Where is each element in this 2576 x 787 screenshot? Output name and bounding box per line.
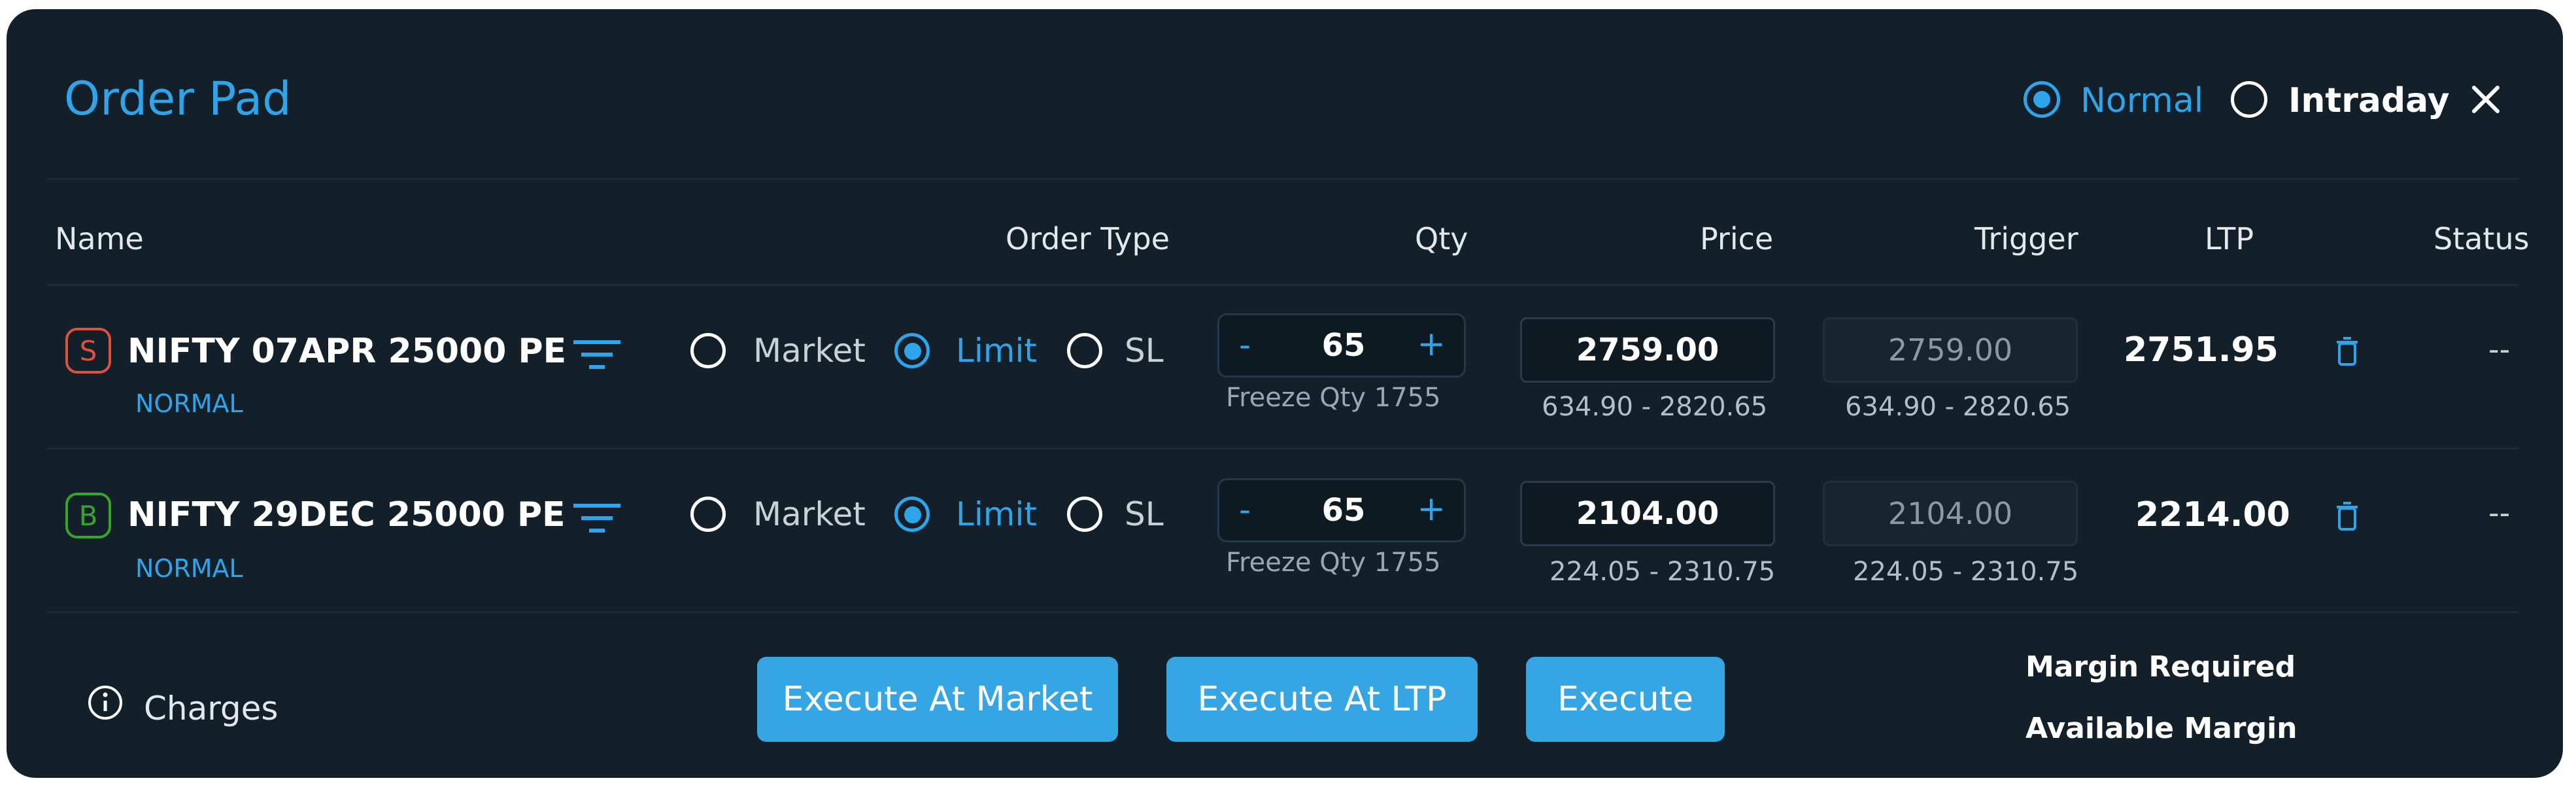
header-order-type: Order Type: [1006, 221, 1170, 256]
execute-at-ltp-button[interactable]: Execute At LTP: [1166, 657, 1478, 742]
order-pad-panel: Order Pad Normal Intraday Name Order Typ…: [7, 9, 2563, 778]
ltp-value: 2214.00: [2135, 495, 2290, 534]
margin-required-label: Margin Required: [2025, 650, 2296, 684]
product-intraday-radio[interactable]: [2231, 81, 2267, 118]
charges-link[interactable]: Charges: [144, 690, 278, 727]
footer-divider: [47, 611, 2518, 613]
price-range: 634.90 - 2820.65: [1542, 392, 1768, 422]
header-divider: [47, 178, 2518, 180]
trash-icon[interactable]: [2334, 500, 2360, 532]
order-type-limit-label[interactable]: Limit: [956, 332, 1037, 370]
price-input[interactable]: 2759.00: [1520, 317, 1775, 383]
close-icon[interactable]: [2466, 80, 2505, 119]
quantity-stepper[interactable]: - 65 +: [1217, 313, 1466, 377]
ltp-value: 2751.95: [2124, 330, 2279, 370]
instrument-symbol: NIFTY 29DEC 25000 PE: [127, 495, 566, 534]
freeze-qty: Freeze Qty 1755: [1226, 383, 1441, 413]
header-price: Price: [1700, 221, 1774, 256]
filter-icon[interactable]: [571, 502, 623, 534]
order-type-sl-radio[interactable]: [1067, 333, 1102, 368]
header-trigger: Trigger: [1974, 221, 2078, 256]
product-tag: NORMAL: [135, 554, 243, 583]
info-icon[interactable]: [86, 684, 124, 722]
order-type-sl-label[interactable]: SL: [1125, 332, 1164, 370]
product-tag: NORMAL: [135, 389, 243, 418]
trigger-range: 634.90 - 2820.65: [1845, 392, 2071, 422]
product-intraday-label[interactable]: Intraday: [2288, 81, 2450, 120]
order-pad-title: Order Pad: [64, 72, 292, 126]
order-type-market-label[interactable]: Market: [753, 332, 866, 370]
filter-icon[interactable]: [571, 338, 623, 371]
order-row: S NIFTY 07APR 25000 PE NORMAL Market Lim…: [7, 307, 2563, 438]
execute-button[interactable]: Execute: [1526, 657, 1725, 742]
trash-icon[interactable]: [2334, 336, 2360, 367]
trigger-range: 224.05 - 2310.75: [1853, 557, 2079, 587]
row-divider: [47, 447, 2518, 449]
instrument-symbol: NIFTY 07APR 25000 PE: [127, 332, 567, 371]
order-type-market-radio[interactable]: [690, 333, 726, 368]
order-type-sl-label[interactable]: SL: [1125, 495, 1164, 533]
header-qty: Qty: [1415, 221, 1468, 256]
trigger-input[interactable]: 2104.00: [1823, 481, 2078, 546]
header-ltp: LTP: [2205, 221, 2254, 256]
order-type-sl-radio[interactable]: [1067, 497, 1102, 532]
freeze-qty: Freeze Qty 1755: [1226, 548, 1441, 578]
side-badge-buy: B: [65, 493, 111, 538]
qty-increment-button[interactable]: +: [1417, 489, 1446, 529]
header-name: Name: [55, 221, 144, 256]
price-input[interactable]: 2104.00: [1520, 481, 1775, 546]
quantity-stepper[interactable]: - 65 +: [1217, 478, 1466, 542]
table-divider: [47, 284, 2518, 286]
status-value: --: [2488, 332, 2511, 367]
execute-at-market-button[interactable]: Execute At Market: [757, 657, 1118, 742]
available-margin-label: Available Margin: [2025, 712, 2297, 745]
order-type-market-label[interactable]: Market: [753, 495, 866, 533]
trigger-input[interactable]: 2759.00: [1823, 317, 2078, 383]
order-row: B NIFTY 29DEC 25000 PE NORMAL Market Lim…: [7, 470, 2563, 601]
product-normal-radio[interactable]: [2024, 81, 2060, 118]
price-range: 224.05 - 2310.75: [1550, 557, 1776, 587]
side-badge-sell: S: [65, 328, 111, 374]
order-type-limit-radio[interactable]: [894, 497, 930, 532]
status-value: --: [2488, 495, 2511, 531]
order-type-limit-label[interactable]: Limit: [956, 495, 1037, 533]
product-normal-label[interactable]: Normal: [2080, 81, 2203, 120]
order-type-market-radio[interactable]: [690, 497, 726, 532]
qty-increment-button[interactable]: +: [1417, 324, 1446, 364]
header-status: Status: [2433, 221, 2530, 256]
order-type-limit-radio[interactable]: [894, 333, 930, 368]
